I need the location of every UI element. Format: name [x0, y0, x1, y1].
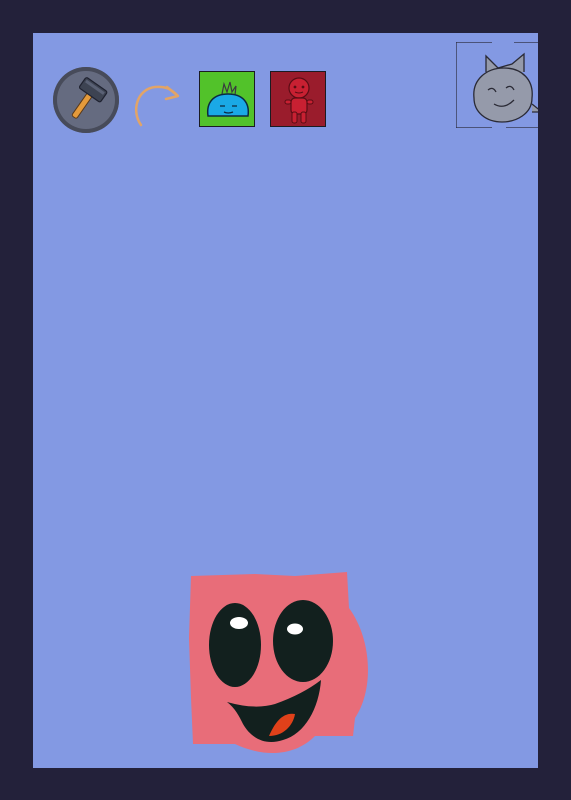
red-doll-icon — [284, 77, 314, 124]
curved-arrow-icon[interactable] — [129, 77, 185, 131]
play-area[interactable] — [33, 33, 538, 768]
blue-slime-icon — [206, 81, 250, 117]
pink-blob-face-icon[interactable] — [185, 568, 375, 758]
card-blue-slime[interactable] — [199, 71, 255, 127]
card-red-doll[interactable] — [270, 71, 326, 127]
game-frame — [0, 0, 571, 800]
hammer-icon — [71, 77, 108, 119]
gray-cat-face-icon[interactable] — [456, 42, 538, 128]
hammer-tool-button[interactable] — [53, 67, 119, 133]
